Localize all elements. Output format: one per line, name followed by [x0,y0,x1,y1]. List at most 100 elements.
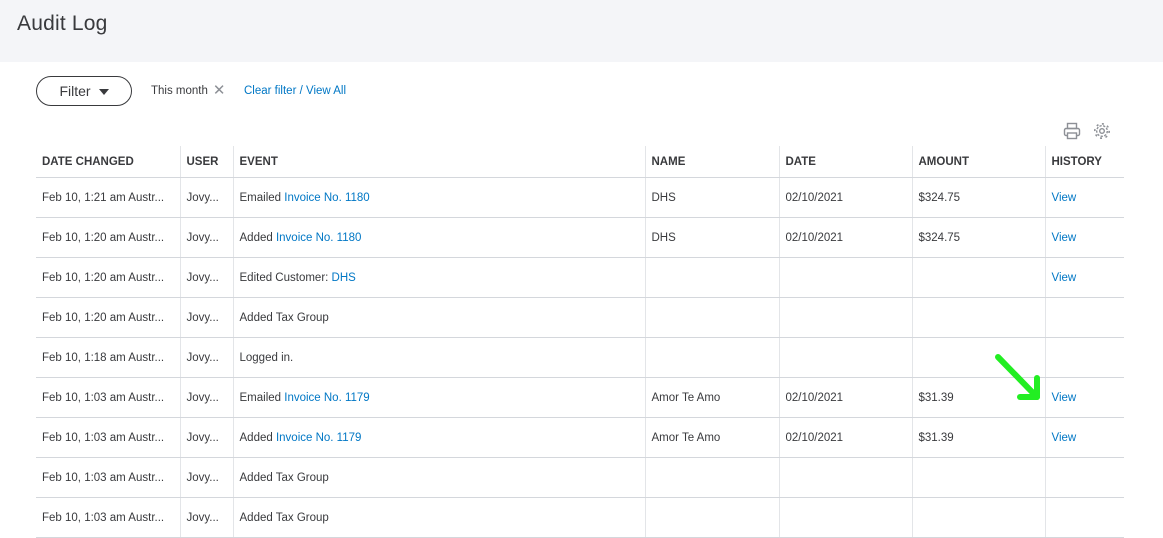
cell-date-changed-text: Feb 10, 1:03 am Austr... [42,471,165,484]
filter-button-label: Filter [59,83,91,99]
page-title: Audit Log [17,12,108,35]
cell-event: Emailed Invoice No. 1179 [232,377,645,418]
cell-name: DHS [644,217,779,258]
cell-date-text: 02/10/2021 [785,231,844,244]
event-text: Emailed [239,191,285,204]
cell-user: Jovy... [179,217,233,258]
cell-name [644,297,779,338]
table-row: Feb 10, 1:20 am Austr... Jovy... Edited Cu… [36,257,1124,298]
cell-date-changed: Feb 10, 1:03 am Austr... [36,377,180,418]
cell-date: 02/10/2021 [778,377,912,418]
cell-user-text: Jovy... [186,391,219,404]
filter-chip: This month ✕ [151,83,225,98]
cell-amount: $31.39 [911,417,1045,458]
event-link[interactable]: DHS [332,272,356,284]
event-text: Added Tax Group [239,311,329,324]
cell-user: Jovy... [179,337,233,378]
cell-event: Emailed Invoice No. 1180 [232,177,645,218]
cell-history-text[interactable]: View [1052,392,1077,404]
cell-amount: $324.75 [911,217,1045,258]
cell-history-text[interactable]: View [1052,432,1077,444]
cell-amount-text: $324.75 [918,231,961,244]
cell-event: Added Tax Group [232,497,645,538]
cell-amount [911,497,1045,538]
cell-name [644,497,779,538]
cell-date-changed-text: Feb 10, 1:21 am Austr... [42,191,165,204]
print-icon[interactable] [1063,122,1081,140]
cell-history[interactable]: View [1044,377,1124,418]
cell-amount [911,257,1045,298]
cell-user: Jovy... [179,457,233,498]
cell-name-text: DHS [651,231,676,244]
settings-gear-icon[interactable] [1093,122,1111,140]
event-text: Added Tax Group [239,511,329,524]
event-link[interactable]: Invoice No. 1180 [276,232,361,244]
cell-date [778,297,912,338]
table-row: Feb 10, 1:21 am Austr... Jovy... Emailed I… [36,177,1124,218]
cell-user: Jovy... [179,297,233,338]
filter-chip-label: This month [151,84,208,97]
event-text: Logged in. [239,351,294,364]
cell-date-changed-text: Feb 10, 1:18 am Austr... [42,351,165,364]
cell-date [778,497,912,538]
cell-date-text: 02/10/2021 [785,431,844,444]
cell-amount-text: $31.39 [918,431,954,444]
table-row: Feb 10, 1:20 am Austr... Jovy... Added Tax… [36,297,1124,338]
cell-name-text: DHS [651,191,676,204]
cell-amount [911,297,1045,338]
cell-history-text[interactable]: View [1052,232,1077,244]
column-header-history: HISTORY [1044,146,1124,178]
cell-history[interactable]: View [1044,177,1124,218]
cell-user: Jovy... [179,417,233,458]
cell-user-text: Jovy... [186,471,219,484]
filter-button[interactable]: Filter [36,76,132,106]
cell-name: Amor Te Amo [644,417,779,458]
cell-date: 02/10/2021 [778,417,912,458]
table-row: Feb 10, 1:18 am Austr... Jovy... Logged in… [36,337,1124,378]
column-header-user[interactable]: USER [179,146,233,178]
cell-history-text[interactable]: View [1052,192,1077,204]
cell-history [1044,457,1124,498]
event-link[interactable]: Invoice No. 1180 [284,192,369,204]
cell-event: Edited Customer: DHS [232,257,645,298]
table-row: Feb 10, 1:03 am Austr... Jovy... Emailed I… [36,377,1124,418]
table-row: Feb 10, 1:20 am Austr... Jovy... Added Inv… [36,217,1124,258]
cell-event: Added Tax Group [232,457,645,498]
cell-date-changed-text: Feb 10, 1:20 am Austr... [42,231,165,244]
cell-history[interactable]: View [1044,417,1124,458]
cell-user-text: Jovy... [186,231,219,244]
cell-name: DHS [644,177,779,218]
table-row: Feb 10, 1:03 am Austr... Jovy... Added Inv… [36,417,1124,458]
cell-name-text: Amor Te Amo [651,431,721,444]
cell-history-text[interactable]: View [1052,272,1077,284]
cell-user-text: Jovy... [186,431,219,444]
table-header-row: DATE CHANGED USER EVENT NAME DATE AMOUNT… [36,146,1124,178]
cell-user-text: Jovy... [186,191,219,204]
cell-date [778,257,912,298]
column-header-amount[interactable]: AMOUNT [911,146,1045,178]
cell-event: Added Invoice No. 1180 [232,217,645,258]
cell-history[interactable]: View [1044,257,1124,298]
event-link[interactable]: Invoice No. 1179 [284,392,369,404]
cell-amount-text: $31.39 [918,391,954,404]
close-icon[interactable]: ✕ [213,83,226,98]
clear-filter-link[interactable]: Clear filter / View All [244,85,346,97]
column-header-event[interactable]: EVENT [232,146,645,178]
column-header-name[interactable]: NAME [644,146,779,178]
column-header-date-changed[interactable]: DATE CHANGED [36,146,180,178]
page-header: Audit Log [0,0,1163,62]
cell-date-changed-text: Feb 10, 1:03 am Austr... [42,511,165,524]
cell-date-changed-text: Feb 10, 1:03 am Austr... [42,391,165,404]
cell-name [644,337,779,378]
cell-date-changed: Feb 10, 1:20 am Austr... [36,297,180,338]
event-link[interactable]: Invoice No. 1179 [276,432,361,444]
column-header-date[interactable]: DATE [778,146,912,178]
green-arrow-icon [995,354,1040,400]
cell-date-changed-text: Feb 10, 1:20 am Austr... [42,271,165,284]
cell-user: Jovy... [179,177,233,218]
cell-date-changed-text: Feb 10, 1:20 am Austr... [42,311,165,324]
cell-history [1044,297,1124,338]
cell-history[interactable]: View [1044,217,1124,258]
cell-user: Jovy... [179,497,233,538]
cell-date-changed-text: Feb 10, 1:03 am Austr... [42,431,165,444]
